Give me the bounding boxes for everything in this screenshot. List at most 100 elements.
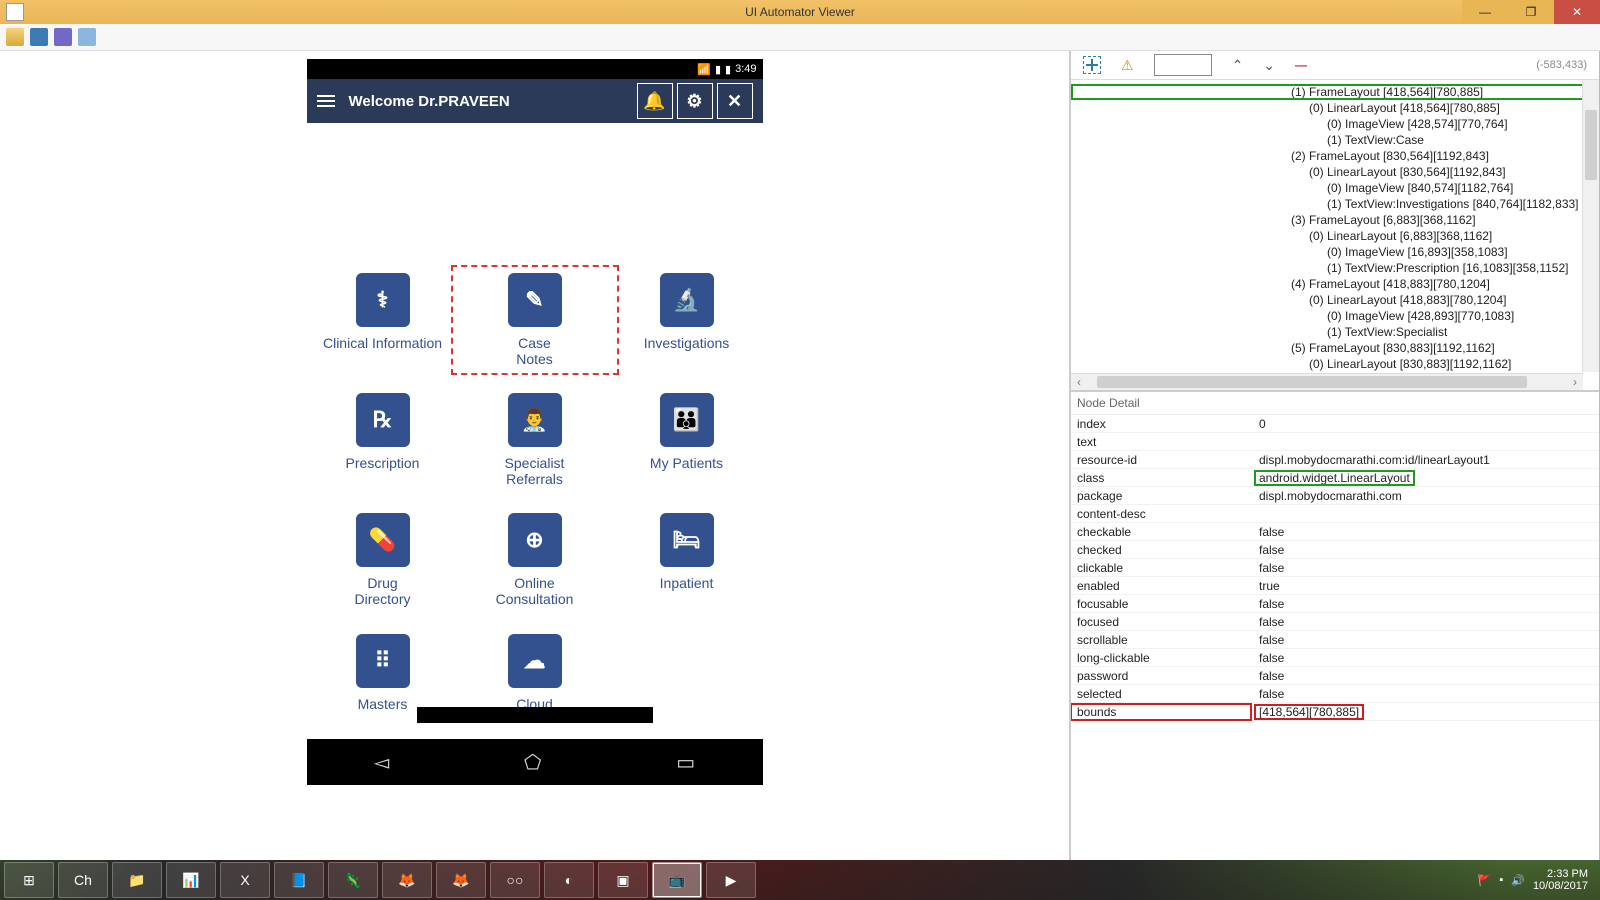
- taskbar-app[interactable]: ○○: [490, 862, 540, 898]
- windows-taskbar[interactable]: ⊞Ch📁📊X📘🦎🦊🦊○○◐▣📺▶ 🚩 ▪ 🔊 2:33 PM 10/08/201…: [0, 860, 1600, 900]
- back-icon[interactable]: ◅: [374, 750, 389, 775]
- taskbar-clock[interactable]: 2:33 PM 10/08/2017: [1533, 868, 1588, 892]
- titlebar[interactable]: UI Automator Viewer — ❐ ✕: [0, 0, 1600, 24]
- property-key: resource-id: [1071, 452, 1251, 468]
- taskbar-app[interactable]: 🦊: [436, 862, 486, 898]
- tree-node[interactable]: (1) TextView:Case: [1071, 132, 1599, 148]
- open-icon[interactable]: [6, 28, 24, 46]
- tree-node[interactable]: (0) LinearLayout [418,564][780,885]: [1071, 100, 1599, 116]
- property-row[interactable]: enabledtrue: [1071, 577, 1599, 595]
- app-tile[interactable]: ⚕Clinical Information: [307, 273, 459, 367]
- app-tile[interactable]: 🛏Inpatient: [611, 513, 763, 607]
- property-key: class: [1071, 470, 1251, 486]
- tree-node[interactable]: (2) FrameLayout [830,564][1192,843]: [1071, 148, 1599, 164]
- tree-node[interactable]: (3) FrameLayout [6,883][368,1162]: [1071, 212, 1599, 228]
- tree-node[interactable]: (1) TextView:Investigations [840,764][11…: [1071, 196, 1599, 212]
- tree-node[interactable]: (0) LinearLayout [830,883][1192,1162]: [1071, 356, 1599, 372]
- tile-icon: ⊕: [508, 513, 562, 567]
- save-icon[interactable]: [78, 28, 96, 46]
- app-tile[interactable]: ☁Cloud: [459, 634, 611, 712]
- clear-icon[interactable]: —: [1295, 58, 1307, 72]
- property-row[interactable]: long-clickablefalse: [1071, 649, 1599, 667]
- home-icon[interactable]: ⬠: [524, 750, 541, 775]
- property-row[interactable]: content-desc: [1071, 505, 1599, 523]
- app-tile[interactable]: ✎Case Notes: [459, 273, 611, 367]
- tree-node[interactable]: (5) FrameLayout [830,883][1192,1162]: [1071, 340, 1599, 356]
- app-icon: [6, 3, 24, 21]
- property-row[interactable]: classandroid.widget.LinearLayout: [1071, 469, 1599, 487]
- property-row[interactable]: packagedispl.mobydocmarathi.com: [1071, 487, 1599, 505]
- tree-node[interactable]: (1) TextView:Prescription [16,1083][358,…: [1071, 260, 1599, 276]
- next-match-icon[interactable]: ⌄: [1263, 57, 1275, 74]
- property-row[interactable]: bounds[418,564][780,885]: [1071, 703, 1599, 721]
- property-row[interactable]: checkablefalse: [1071, 523, 1599, 541]
- tree-node[interactable]: (4) FrameLayout [418,883][780,1204]: [1071, 276, 1599, 292]
- tree-hscrollbar[interactable]: ‹›: [1071, 373, 1583, 390]
- property-row[interactable]: focusedfalse: [1071, 613, 1599, 631]
- taskbar-app[interactable]: 🦎: [328, 862, 378, 898]
- tree-node[interactable]: (0) ImageView [428,574][770,764]: [1071, 116, 1599, 132]
- expand-all-icon[interactable]: [1083, 56, 1101, 74]
- taskbar-app[interactable]: ⊞: [4, 862, 54, 898]
- tree-node[interactable]: (1) FrameLayout [418,564][780,885]: [1071, 84, 1599, 100]
- gear-icon[interactable]: ⚙: [677, 83, 713, 119]
- minimize-button[interactable]: —: [1462, 0, 1508, 24]
- property-row[interactable]: resource-iddispl.mobydocmarathi.com:id/l…: [1071, 451, 1599, 469]
- taskbar-app[interactable]: Ch: [58, 862, 108, 898]
- close-icon[interactable]: ✕: [717, 83, 753, 119]
- property-row[interactable]: passwordfalse: [1071, 667, 1599, 685]
- taskbar-app[interactable]: ▶: [706, 862, 756, 898]
- screenshot-pane[interactable]: 📶 ▮ ▮ 3:49 Welcome Dr.PRAVEEN 🔔 ⚙ ✕ ⚕Cli…: [0, 51, 1071, 860]
- property-row[interactable]: scrollablefalse: [1071, 631, 1599, 649]
- taskbar-app[interactable]: 📺: [652, 862, 702, 898]
- app-tile[interactable]: ⠿Masters: [307, 634, 459, 712]
- hamburger-icon[interactable]: [317, 95, 335, 107]
- property-row[interactable]: checkedfalse: [1071, 541, 1599, 559]
- wifi-icon: 📶: [697, 63, 711, 76]
- app-tile[interactable]: 👨‍⚕️Specialist Referrals: [459, 393, 611, 487]
- warning-icon[interactable]: ⚠: [1121, 57, 1134, 74]
- system-tray[interactable]: 🚩 ▪ 🔊 2:33 PM 10/08/2017: [1478, 868, 1596, 892]
- bell-icon[interactable]: 🔔: [637, 83, 673, 119]
- tree-node[interactable]: (0) ImageView [840,574][1182,764]: [1071, 180, 1599, 196]
- app-tile[interactable]: 🔬Investigations: [611, 273, 763, 367]
- device-dump-compressed-icon[interactable]: [54, 28, 72, 46]
- prev-match-icon[interactable]: ⌃: [1232, 57, 1244, 74]
- tree-node[interactable]: (0) LinearLayout [830,564][1192,843]: [1071, 164, 1599, 180]
- taskbar-app[interactable]: ▣: [598, 862, 648, 898]
- tree-node[interactable]: (0) LinearLayout [6,883][368,1162]: [1071, 228, 1599, 244]
- taskbar-app[interactable]: 📘: [274, 862, 324, 898]
- tree-vscrollbar[interactable]: [1582, 80, 1599, 372]
- property-value: false: [1251, 668, 1599, 684]
- property-row[interactable]: focusablefalse: [1071, 595, 1599, 613]
- property-row[interactable]: text: [1071, 433, 1599, 451]
- appbar-actions: 🔔 ⚙ ✕: [637, 83, 753, 119]
- tree-node[interactable]: (0) LinearLayout [418,883][780,1204]: [1071, 292, 1599, 308]
- taskbar-app[interactable]: X: [220, 862, 270, 898]
- app-tile[interactable]: ℞Prescription: [307, 393, 459, 487]
- tray-icon[interactable]: ▪: [1499, 874, 1503, 886]
- hierarchy-tree[interactable]: (1) FrameLayout [418,564][780,885](0) Li…: [1071, 80, 1599, 392]
- tree-node[interactable]: (0) ImageView [428,893][770,1083]: [1071, 308, 1599, 324]
- taskbar-app[interactable]: 🦊: [382, 862, 432, 898]
- taskbar-app[interactable]: ◐: [544, 862, 594, 898]
- app-tile[interactable]: 👪My Patients: [611, 393, 763, 487]
- app-tile[interactable]: ⊕Online Consultation: [459, 513, 611, 607]
- search-input[interactable]: [1154, 54, 1212, 76]
- tree-node[interactable]: (1) TextView:Specialist: [1071, 324, 1599, 340]
- tray-icon[interactable]: 🔊: [1511, 874, 1525, 887]
- close-button[interactable]: ✕: [1554, 0, 1600, 24]
- tray-icon[interactable]: 🚩: [1478, 874, 1492, 887]
- property-row[interactable]: clickablefalse: [1071, 559, 1599, 577]
- device-dump-icon[interactable]: [30, 28, 48, 46]
- property-row[interactable]: index0: [1071, 415, 1599, 433]
- property-row[interactable]: selectedfalse: [1071, 685, 1599, 703]
- tile-icon: ⠿: [356, 634, 410, 688]
- maximize-button[interactable]: ❐: [1508, 0, 1554, 24]
- taskbar-app[interactable]: 📁: [112, 862, 162, 898]
- recents-icon[interactable]: ▭: [676, 750, 695, 775]
- tree-node[interactable]: (0) ImageView [16,893][358,1083]: [1071, 244, 1599, 260]
- node-detail-table[interactable]: index0textresource-iddispl.mobydocmarath…: [1071, 415, 1599, 860]
- taskbar-app[interactable]: 📊: [166, 862, 216, 898]
- app-tile[interactable]: 💊Drug Directory: [307, 513, 459, 607]
